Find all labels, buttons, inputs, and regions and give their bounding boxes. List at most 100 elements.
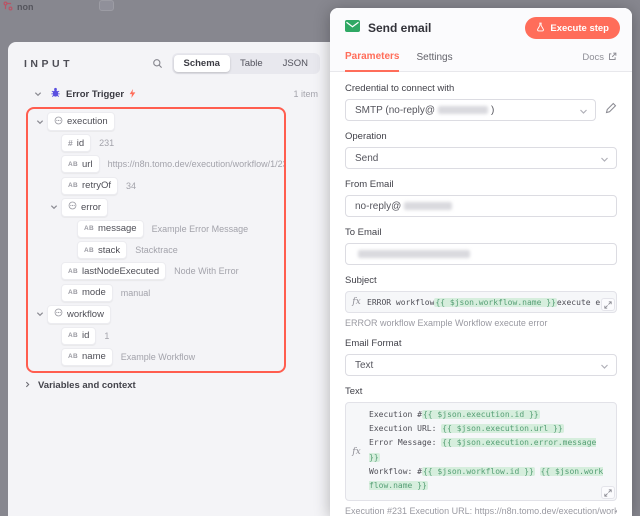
number-type-icon: #: [68, 138, 73, 149]
email-format-select[interactable]: Text: [345, 354, 617, 376]
schema-key-pill[interactable]: AB mode: [61, 283, 113, 302]
schema-key-pill[interactable]: AB retryOf: [61, 176, 119, 195]
redacted-text: [438, 106, 488, 114]
chevron-right-icon: [24, 380, 31, 391]
bug-icon: [50, 85, 61, 103]
edit-credential-pencil-icon[interactable]: [605, 101, 617, 119]
schema-key: id: [76, 137, 85, 149]
credential-value-close: ): [491, 104, 495, 116]
schema-row-mode[interactable]: AB mode manual: [28, 282, 284, 303]
input-panel: INPUT Schema Table JSON Error Trigger 1 …: [8, 42, 330, 516]
object-type-icon: [54, 116, 63, 128]
schema-key-pill[interactable]: AB name: [61, 347, 113, 366]
string-type-icon: AB: [84, 246, 94, 254]
schema-key-pill[interactable]: execution: [47, 112, 115, 132]
schema-row-workflow-id[interactable]: AB id 1: [28, 325, 284, 346]
fx-icon: fx: [352, 297, 361, 307]
subject-label: Subject: [345, 275, 377, 286]
expand-expression-icon[interactable]: [601, 298, 615, 311]
schema-row-stack[interactable]: AB stack Stacktrace: [28, 239, 284, 260]
schema-key-pill[interactable]: error: [61, 197, 109, 217]
external-link-icon: [608, 52, 617, 64]
schema-key-pill[interactable]: AB id: [61, 326, 97, 345]
input-panel-title: INPUT: [24, 57, 73, 70]
email-format-value: Text: [355, 359, 374, 371]
schema-key-pill[interactable]: workflow: [47, 304, 111, 324]
code-line: Execution #{{ $json.execution.id }}: [369, 410, 540, 419]
schema-row-lastnodeexecuted[interactable]: AB lastNodeExecuted Node With Error: [28, 261, 284, 282]
background-canvas-button: [99, 0, 114, 11]
schema-row-id[interactable]: # id 231: [28, 132, 284, 153]
schema-row-workflow[interactable]: workflow: [28, 304, 284, 325]
schema-value: 231: [99, 138, 115, 149]
schema-value: 34: [126, 180, 137, 191]
node-parameters-form: Credential to connect with SMTP (no-repl…: [330, 72, 632, 516]
variables-and-context-toggle[interactable]: Variables and context: [8, 373, 330, 391]
schema-key-pill[interactable]: AB lastNodeExecuted: [61, 262, 167, 281]
chevron-down-icon[interactable]: [33, 310, 47, 318]
schema-row-execution[interactable]: execution: [28, 111, 284, 132]
tab-settings[interactable]: Settings: [416, 45, 452, 71]
schema-value: https://n8n.tomo.dev/execution/workflow/…: [107, 159, 284, 170]
tab-table[interactable]: Table: [230, 55, 273, 72]
chevron-down-icon[interactable]: [33, 118, 47, 126]
tab-parameters[interactable]: Parameters: [345, 44, 400, 72]
schema-value: manual: [120, 287, 151, 298]
string-type-icon: AB: [68, 160, 78, 168]
subject-expression-input[interactable]: fx ERROR workflow {{ $json.workflow.name…: [345, 291, 617, 313]
text-label: Text: [345, 386, 363, 397]
schema-key: message: [98, 223, 137, 235]
display-mode-tabs: Schema Table JSON: [171, 53, 320, 74]
schema-key-pill[interactable]: # id: [61, 134, 92, 153]
schema-key-pill[interactable]: AB stack: [77, 241, 128, 260]
error-trigger-row[interactable]: Error Trigger 1 item: [8, 77, 330, 103]
to-email-input[interactable]: [345, 243, 617, 265]
schema-key: url: [82, 158, 93, 170]
schema-row-retryof[interactable]: AB retryOf 34: [28, 175, 284, 196]
docs-link[interactable]: Docs: [582, 52, 617, 64]
tab-schema[interactable]: Schema: [173, 55, 230, 72]
node-details-panel: Send email Execute step Parameters Setti…: [330, 8, 632, 516]
subject-text: ERROR workflow: [367, 297, 435, 307]
from-email-input[interactable]: no-reply@: [345, 195, 617, 217]
schema-selection-highlight: execution # id 231 AB url https://n8n.tomo…: [26, 107, 286, 373]
execute-step-button[interactable]: Execute step: [525, 17, 620, 39]
string-type-icon: AB: [84, 225, 94, 233]
schema-key: error: [81, 201, 102, 213]
expand-expression-icon[interactable]: [601, 486, 615, 500]
object-type-icon: [54, 308, 63, 320]
string-type-icon: AB: [68, 332, 78, 340]
email-format-label: Email Format: [345, 338, 402, 349]
schema-row-message[interactable]: AB message Example Error Message: [28, 218, 284, 239]
chevron-down-icon[interactable]: [31, 90, 45, 98]
schema-key-pill[interactable]: AB message: [77, 219, 144, 238]
from-email-value: no-reply@: [355, 200, 402, 212]
chevron-down-icon: [600, 155, 609, 167]
flask-icon: [536, 22, 545, 35]
redacted-text: [358, 250, 470, 258]
schema-key: mode: [82, 287, 106, 299]
schema-key: retryOf: [82, 180, 112, 192]
chevron-down-icon: [579, 107, 588, 119]
operation-select[interactable]: Send: [345, 147, 617, 169]
node-panel-tabs: Parameters Settings Docs: [330, 44, 632, 72]
string-type-icon: AB: [68, 353, 78, 361]
credential-label: Credential to connect with: [345, 83, 455, 94]
search-icon[interactable]: [152, 58, 163, 69]
schema-row-error[interactable]: error: [28, 197, 284, 218]
schema-key-pill[interactable]: AB url: [61, 155, 100, 174]
tab-json[interactable]: JSON: [273, 55, 318, 72]
subject-preview: ERROR workflow Example Workflow execute …: [345, 318, 548, 328]
chevron-down-icon[interactable]: [47, 203, 61, 211]
credential-select[interactable]: SMTP (no-reply@): [345, 99, 596, 121]
text-expression-editor[interactable]: fx Execution #{{ $json.execution.id }} E…: [345, 402, 617, 502]
trigger-node-name: Error Trigger: [66, 88, 125, 100]
string-type-icon: AB: [68, 289, 78, 297]
schema-key: lastNodeExecuted: [82, 265, 160, 277]
schema-row-url[interactable]: AB url https://n8n.tomo.dev/execution/wor…: [28, 154, 284, 175]
schema-row-workflow-name[interactable]: AB name Example Workflow: [28, 346, 284, 367]
fx-icon: fx: [352, 446, 361, 457]
text-preview: Execution #231 Execution URL: https://n8…: [345, 506, 617, 516]
string-type-icon: AB: [68, 182, 78, 190]
from-email-label: From Email: [345, 179, 394, 190]
